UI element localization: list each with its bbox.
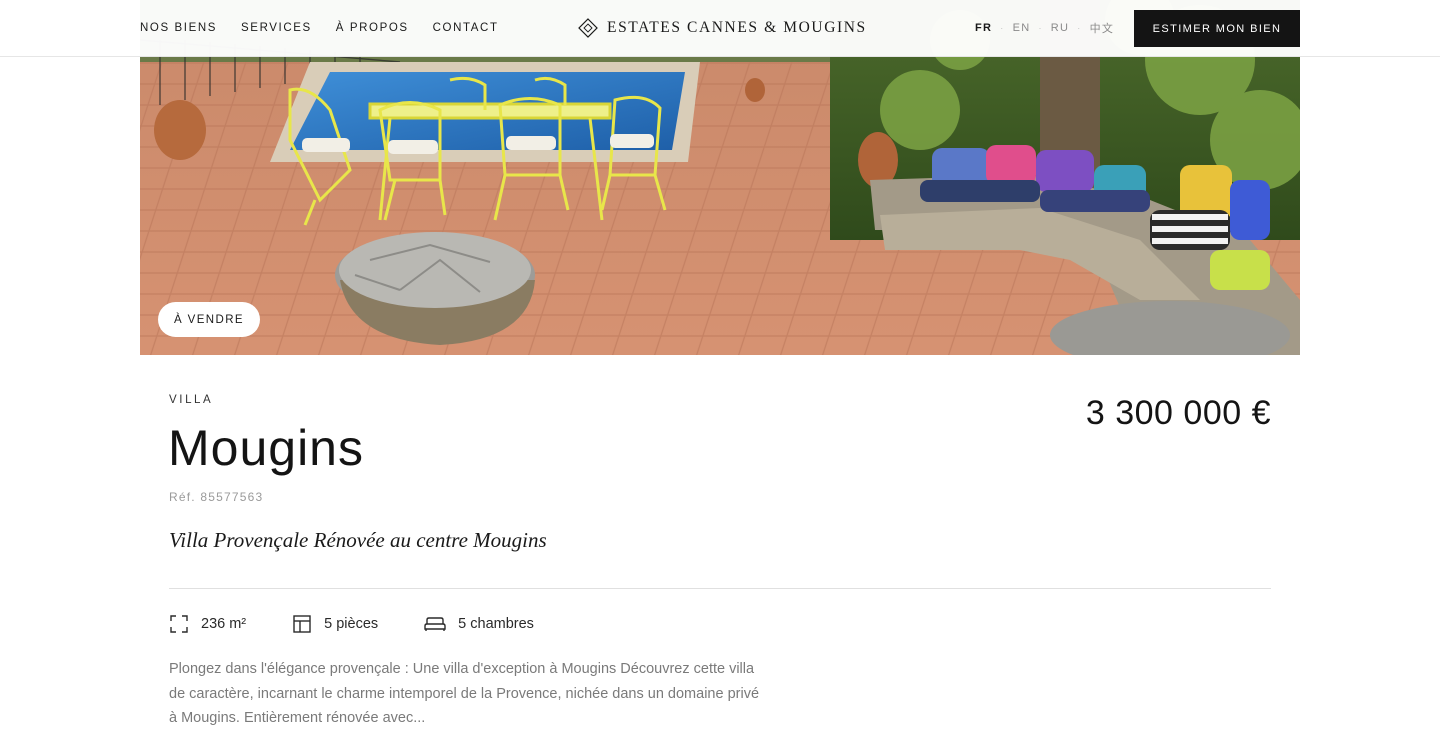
lang-separator: · [1038, 23, 1043, 33]
feature-surface-value: 236 m² [201, 616, 247, 632]
logo-text: ESTATES CANNES & MOUGINS [607, 19, 867, 36]
lang-ru[interactable]: RU [1051, 22, 1070, 34]
property-description: Plongez dans l'élégance provençale : Une… [169, 661, 760, 726]
status-badge: À VENDRE [158, 302, 260, 337]
feature-rooms-value: 5 pièces [324, 616, 379, 632]
nav-link-contact[interactable]: CONTACT [433, 22, 499, 34]
property-features: 236 m² 5 pièces 5 chambres [169, 612, 534, 636]
nav-link-a-propos[interactable]: À PROPOS [336, 22, 409, 34]
site-header: NOS BIENS SERVICES À PROPOS CONTACT ESTA… [0, 0, 1440, 57]
feature-bedrooms-value: 5 chambres [458, 616, 534, 632]
main-nav: NOS BIENS SERVICES À PROPOS CONTACT [140, 0, 499, 56]
lang-zh[interactable]: 中文 [1090, 20, 1115, 36]
listing-subtitle: Villa Provençale Rénovée au centre Mougi… [169, 528, 547, 552]
diamond-logo-icon [578, 18, 598, 38]
feature-rooms: 5 pièces [292, 614, 378, 634]
lang-en[interactable]: EN [1013, 22, 1031, 34]
bed-icon [424, 617, 446, 631]
nav-link-services[interactable]: SERVICES [241, 22, 312, 34]
property-type: VILLA [169, 394, 214, 406]
floor-plan-icon [293, 615, 311, 633]
nav-link-nos-biens[interactable]: NOS BIENS [140, 22, 217, 34]
lang-separator: · [1077, 23, 1082, 33]
feature-surface: 236 m² [169, 614, 246, 634]
site-logo[interactable]: ESTATES CANNES & MOUGINS [578, 16, 867, 40]
language-switcher: FR · EN · RU · 中文 [975, 0, 1114, 56]
page-title: Mougins [168, 420, 364, 476]
expand-corners-icon [170, 615, 188, 633]
lang-separator: · [1000, 23, 1005, 33]
lang-fr[interactable]: FR [975, 22, 992, 34]
divider [169, 588, 1271, 589]
reference-number: Réf. 85577563 [169, 490, 264, 504]
price: 3 300 000 € [1085, 394, 1271, 432]
feature-bedrooms: 5 chambres [424, 614, 534, 634]
estimate-property-button[interactable]: ESTIMER MON BIEN [1134, 10, 1300, 47]
